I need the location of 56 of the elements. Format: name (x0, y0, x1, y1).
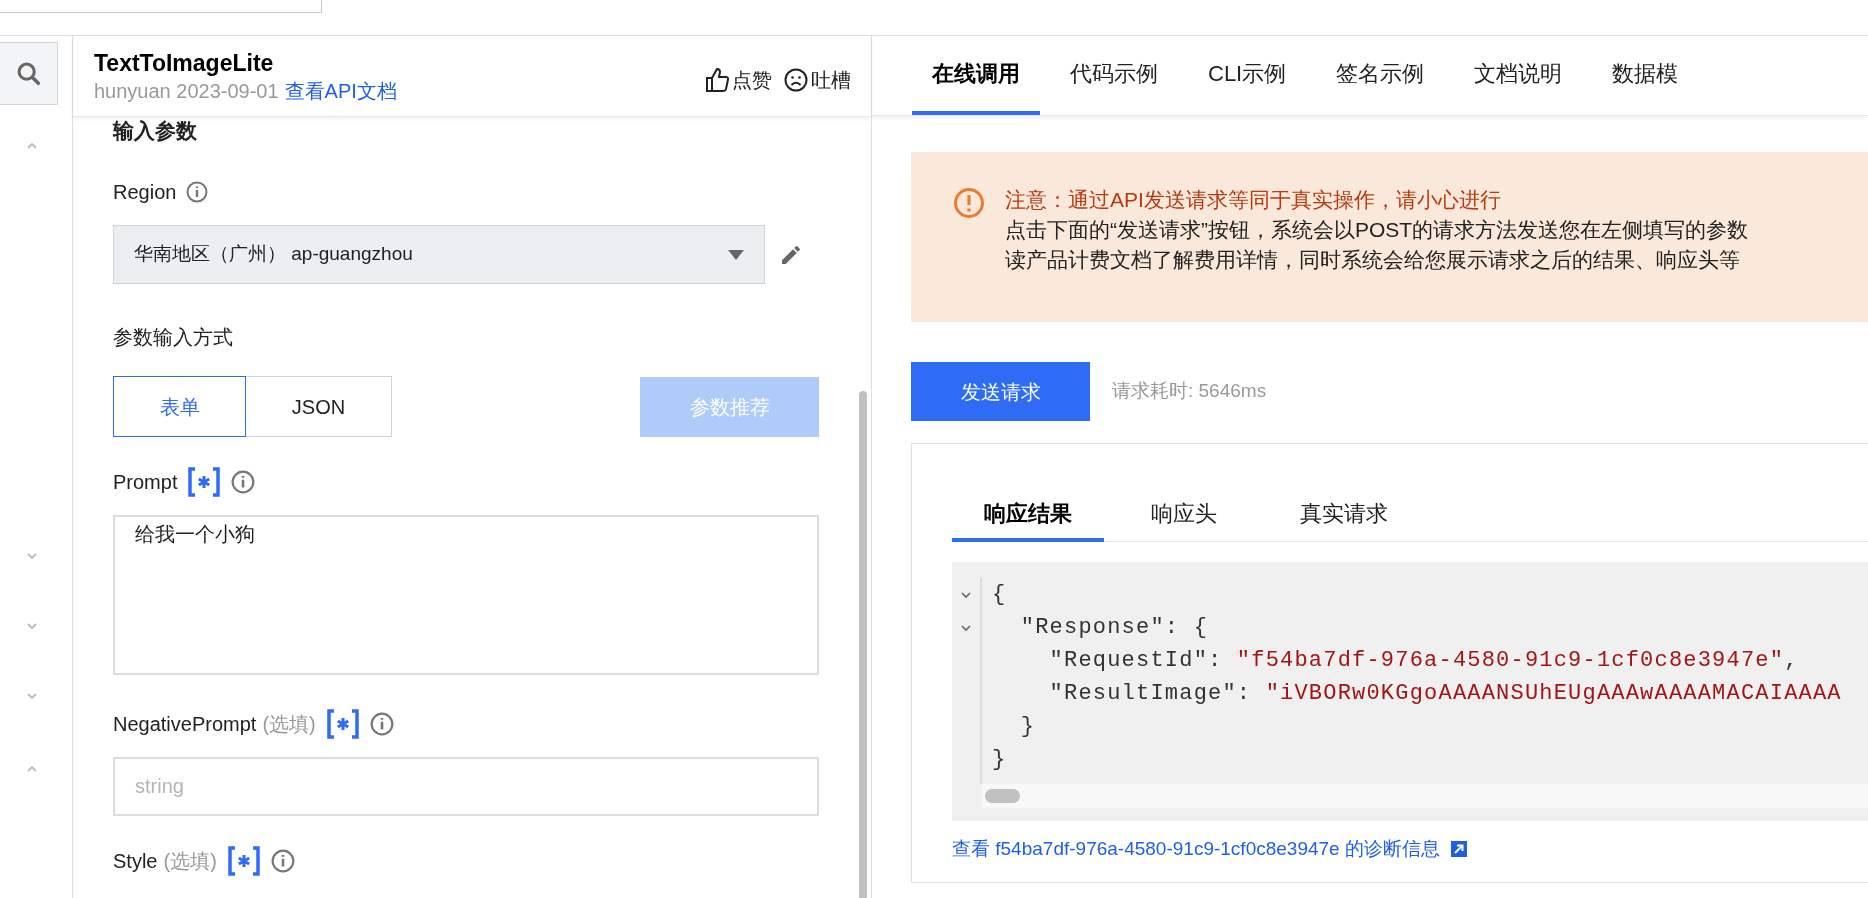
elapsed-time: 请求耗时: 5646ms (1112, 379, 1267, 404)
sad-face-icon (784, 68, 808, 92)
text-field[interactable]: string (113, 757, 819, 816)
tab[interactable]: CLI示例 (1188, 36, 1307, 115)
fold-chevron-icon[interactable] (960, 590, 972, 599)
field-label: Prompt (113, 470, 178, 495)
tab[interactable]: 文档说明 (1454, 36, 1583, 115)
tab[interactable]: 签名示例 (1316, 36, 1445, 115)
tab[interactable]: 数据模 (1592, 36, 1699, 115)
info-icon (231, 470, 256, 494)
prompt-field[interactable]: 给我一个小狗 (113, 515, 819, 675)
info-icon (369, 712, 394, 736)
like-button[interactable]: 点赞 (705, 65, 772, 95)
code-line: { (992, 581, 1008, 609)
response-tab[interactable]: 响应结果 (952, 488, 1104, 542)
code-line: "RequestId": "f54ba7df-976a-4580-91c9-1cf0c8e3947e", (1048, 647, 1800, 675)
response-tab[interactable]: 响应头 (1104, 488, 1264, 542)
tab[interactable]: 在线调用 (912, 36, 1040, 115)
region-select[interactable]: 华南地区（广州） ap-guangzhou (113, 225, 765, 284)
input-mode-tab[interactable]: JSON (245, 376, 392, 437)
response-tab[interactable]: 真实请求 (1264, 488, 1424, 542)
thumbs-up-icon (705, 67, 729, 93)
optional-hint: (选填) (163, 849, 217, 874)
bracket-asterisk-icon[interactable] (325, 709, 360, 739)
external-link-icon[interactable] (1449, 840, 1468, 859)
notice-text: 读产品计费文档了解费用详情，同时系统会给您展示请求之后的结果、响应头等 (1005, 247, 1741, 273)
send-request-button[interactable]: 发送请求 (911, 362, 1090, 421)
field-label: Region (113, 180, 177, 205)
input-mode-tab[interactable]: 表单 (113, 376, 246, 437)
code-line: } (1019, 713, 1037, 741)
info-icon (186, 181, 209, 203)
notice-text: 点击下面的“发送请求”按钮，系统会以POST的请求方法发送您在左侧填写的参数 (1005, 217, 1749, 243)
warning-icon (953, 187, 985, 219)
diagnostic-link[interactable]: 查看 f54ba7df-976a-4580-91c9-1cf0c8e3947e 的诊断信息 (952, 835, 1440, 864)
search-button[interactable] (0, 42, 58, 105)
api-meta: hunyuan 2023-09-01 (94, 79, 279, 104)
dropdown-caret-icon (728, 249, 744, 260)
notice-title: 注意：通过API发送请求等同于真实操作，请小心进行 (1005, 187, 1502, 213)
code-line: "ResultImage": "iVBORw0KGgoAAAANSUhEUgAAAwAAAAMACAIAAAA (1048, 680, 1842, 708)
field-label: NegativePrompt (113, 712, 257, 737)
bracket-asterisk-icon[interactable] (187, 467, 222, 497)
optional-hint: (选填) (262, 712, 316, 737)
fold-chevron-icon[interactable] (960, 623, 972, 632)
code-line: "Response": { (1019, 614, 1210, 642)
field-label: Style (113, 849, 158, 874)
doc-link[interactable]: 查看API文档 (284, 78, 397, 104)
field-label: 参数输入方式 (113, 325, 234, 350)
bracket-asterisk-icon[interactable] (226, 846, 261, 876)
horizontal-scrollbar-thumb[interactable] (985, 789, 1020, 803)
feedback-button[interactable]: 吐槽 (784, 65, 851, 95)
info-icon (270, 849, 295, 873)
tab[interactable]: 代码示例 (1050, 36, 1178, 115)
section-title: 输入参数 (113, 119, 198, 143)
api-title: TextToImageLite (94, 49, 275, 78)
code-line: } (992, 746, 1008, 774)
scrollbar-thumb[interactable] (859, 391, 867, 898)
